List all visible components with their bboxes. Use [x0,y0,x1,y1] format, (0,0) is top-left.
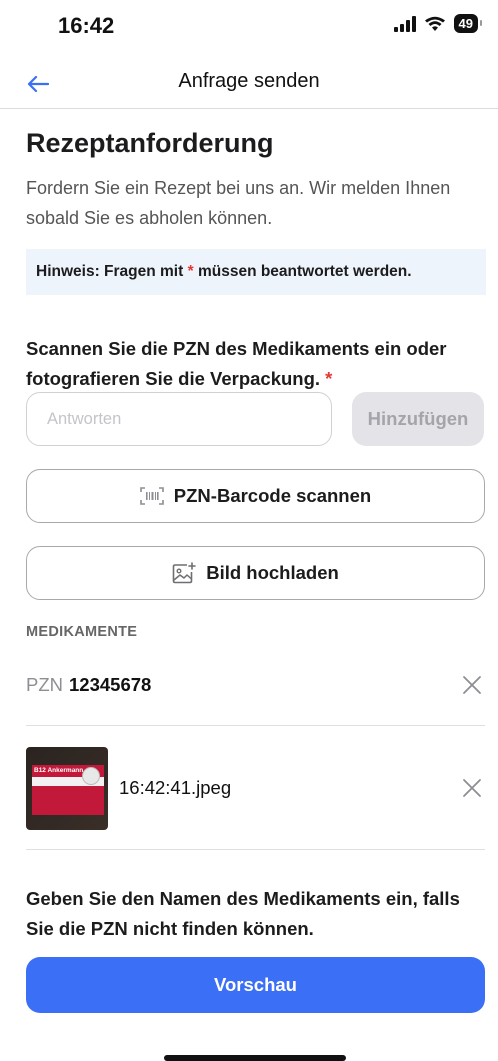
wifi-icon [424,16,445,31]
barcode-scan-icon [139,487,164,505]
home-indicator [164,1055,346,1061]
divider [26,725,485,726]
divider [26,849,485,850]
nav-title: Anfrage senden [178,70,320,92]
medication-item-image: B12 Ankermann 16:42:41.jpeg [26,745,485,831]
image-file-name: 16:42:41.jpeg [119,777,232,798]
required-marker: * [187,263,194,280]
hint-suffix: müssen beantwortet werden. [197,263,412,280]
page-title: Rezeptanforderung [26,128,274,158]
answer-input[interactable] [26,392,332,446]
signal-icon [393,15,416,32]
question-text: Scannen Sie die PZN des Medikaments ein … [26,338,447,389]
medication-thumbnail: B12 Ankermann [26,746,108,830]
pzn-prefix: PZN [26,674,63,695]
scan-barcode-button[interactable]: PZN-Barcode scannen [26,469,485,523]
status-time: 16:42 [58,13,115,38]
add-button[interactable]: Hinzufügen [352,392,484,446]
remove-image-icon[interactable] [459,775,485,801]
status-bar: 16:42 49 [0,0,498,52]
thumbnail-brand-text: B12 Ankermann [34,766,84,774]
medication-item-pzn: PZN 12345678 [26,660,485,710]
intro-text: Fordern Sie ein Rezept bei uns an. Wir m… [26,178,451,228]
navigation-bar: Anfrage senden [0,60,498,109]
preview-button[interactable]: Vorschau [26,957,485,1013]
name-question-label: Geben Sie den Namen des Medikaments ein,… [26,888,460,939]
main-content: Rezeptanforderung Fordern Sie ein Rezept… [26,110,486,295]
remove-pzn-icon[interactable] [459,672,485,698]
image-add-icon [172,562,197,584]
upload-button-label: Bild hochladen [206,562,339,583]
medications-section-label: MEDIKAMENTE [26,624,138,640]
battery-indicator: 49 [453,14,483,33]
answer-row: Hinzufügen [26,392,486,446]
question-label: Scannen Sie die PZN des Medikaments ein … [26,334,486,394]
status-icons: 49 [393,14,483,33]
upload-image-button[interactable]: Bild hochladen [26,546,485,600]
scan-button-label: PZN-Barcode scannen [173,485,372,506]
hint-prefix: Hinweis: Fragen mit [36,263,184,280]
pzn-code: 12345678 [69,674,152,695]
hint-box: Hinweis: Fragen mit * müssen beantwortet… [26,249,486,295]
required-marker: * [325,368,333,389]
